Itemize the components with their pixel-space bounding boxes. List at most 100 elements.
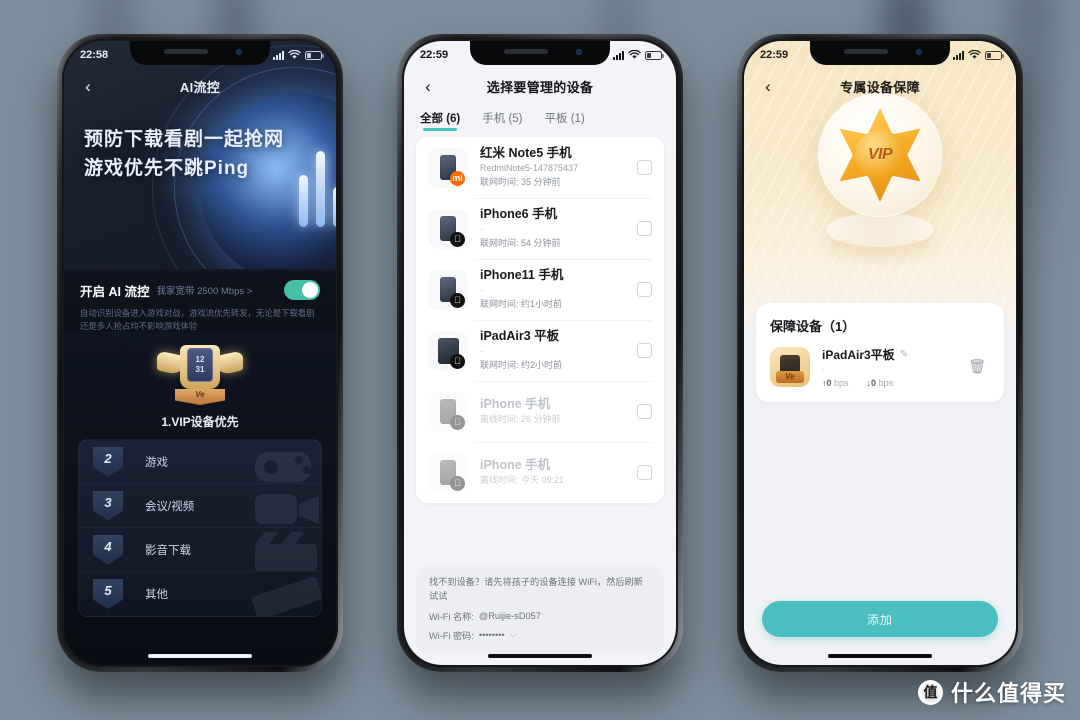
bandwidth-link[interactable]: 我家宽带 2500 Mbps > — [156, 283, 252, 297]
device-sub: RedmiNote5-147875437 — [480, 163, 579, 174]
add-button[interactable]: 添加 — [762, 601, 998, 637]
status-time: 22:58 — [80, 49, 109, 61]
home-indicator[interactable] — [828, 654, 932, 658]
wifi-tip-box: 找不到设备？请先将孩子的设备连接 WiFi，然后刷新试试 Wi-Fi 名称: @… — [416, 565, 664, 655]
device-sub: · — [480, 224, 483, 235]
priority-item-game[interactable]: 2 游戏 — [79, 440, 321, 484]
device-checkbox[interactable] — [637, 465, 652, 480]
home-indicator[interactable] — [148, 654, 252, 658]
device-sub: · — [822, 364, 825, 374]
pencil-icon[interactable]: ✎ — [900, 349, 908, 360]
notch — [130, 41, 270, 65]
priority-item-media[interactable]: 4 影音下载 — [79, 528, 321, 572]
device-name: iPhone 手机 — [480, 397, 551, 412]
tab-tablets[interactable]: 平板 (1) — [545, 110, 585, 129]
priority-item-meeting[interactable]: 3 会议/视频 — [79, 484, 321, 528]
device-time: 离线时间: 今天 09:21 — [480, 474, 565, 485]
hero-line-1: 预防下载看剧一起抢网 — [84, 129, 285, 150]
guaranteed-device-row[interactable]: Ve iPadAir3平板 ✎ · ↑0 bps ↓0 bps 🗑 — [770, 346, 990, 388]
vip-badge-text: VIP — [855, 130, 905, 180]
phone-device-icon:  — [428, 269, 468, 310]
device-checkbox[interactable] — [637, 282, 652, 297]
medal-date-top: 12 — [195, 355, 205, 364]
device-checkbox[interactable] — [637, 160, 652, 175]
priority-rank: 3 — [93, 490, 123, 521]
upload-rate: ↑0 bps — [822, 378, 849, 388]
priority-label: 影音下载 — [145, 544, 191, 557]
tab-all[interactable]: 全部 (6) — [420, 110, 460, 131]
flow-title: 开启 AI 流控 — [80, 284, 150, 299]
phone-1-ai-flow-control: 预防下载看剧一起抢网 游戏优先不跳Ping 开启 AI 流控 我家宽带 2500… — [57, 34, 343, 672]
battery-icon — [305, 50, 324, 60]
film-strip-icon — [251, 576, 321, 616]
tablet-device-icon: Ve — [770, 346, 810, 387]
priority-item-other[interactable]: 5 其他 — [79, 572, 321, 616]
password-label: Wi-Fi 密码: — [429, 630, 474, 641]
gamepad-icon — [255, 452, 311, 482]
cellular-icon — [613, 50, 624, 60]
phone-device-icon:  — [428, 391, 468, 432]
upload-value: 0 — [826, 377, 832, 388]
device-checkbox[interactable] — [637, 221, 652, 236]
hero-line-2: 游戏优先不跳Ping — [84, 158, 250, 180]
apple-brand-icon:  — [450, 231, 465, 247]
chevron-left-icon[interactable]: ‹ — [757, 75, 779, 97]
priority-section: 12 31 Ve 1.VIP设备优先 2 游戏 3 会议/视频 4 影音下载 5… — [64, 331, 336, 665]
device-checkbox[interactable] — [637, 404, 652, 419]
battery-icon — [985, 50, 1004, 60]
flow-description: 自动识别设备进入游戏对战，游戏流优先转发，无论是下载看剧还是多人抢占均不影响游戏… — [80, 308, 315, 332]
device-name: iPadAir3平板 — [822, 348, 895, 362]
device-checkbox[interactable] — [637, 343, 652, 358]
priority-rank: 4 — [93, 534, 123, 565]
notch — [470, 41, 610, 65]
device-name: iPadAir3 平板 — [480, 329, 560, 344]
device-row[interactable]:  iPhone 手机 离线时间: 今天 09:21 — [416, 442, 664, 503]
ai-flow-toggle[interactable] — [284, 280, 320, 300]
download-rate: ↓0 bps — [867, 378, 894, 388]
vip-tag: Ve — [776, 370, 804, 383]
apple-brand-icon:  — [450, 414, 465, 430]
device-row[interactable]:  iPadAir3 平板 · 联网时间: 约2小时前 — [416, 320, 664, 381]
device-name: iPhone11 手机 — [480, 268, 564, 283]
device-sub: · — [480, 346, 483, 357]
home-indicator[interactable] — [488, 654, 592, 658]
smzdm-logo-icon: 值 — [917, 679, 943, 705]
priority-label: 其他 — [145, 589, 168, 601]
device-time: 联网时间: 54 分钟前 — [480, 237, 561, 248]
xiaomi-brand-icon: mi — [450, 170, 465, 186]
device-row[interactable]: mi 红米 Note5 手机 RedmiNote5-147875437 联网时间… — [416, 137, 664, 198]
ssid-value: @Ruijie-sD057 — [478, 610, 541, 621]
download-unit: bps — [878, 377, 894, 388]
chevron-left-icon[interactable]: ‹ — [417, 75, 439, 97]
apple-brand-icon:  — [450, 292, 465, 308]
cellular-icon — [273, 50, 284, 60]
ai-flow-control-row: 开启 AI 流控 我家宽带 2500 Mbps > 自动识别设备进入游戏对战，游… — [64, 269, 336, 331]
ssid-label: Wi-Fi 名称: — [429, 611, 474, 622]
device-row[interactable]:  iPhone11 手机 · 联网时间: 约1小时前 — [416, 259, 664, 320]
cellular-icon — [953, 50, 964, 60]
status-time: 22:59 — [420, 49, 449, 61]
page-title: AI流控 — [179, 79, 221, 95]
battery-icon — [645, 50, 664, 60]
device-filter-tabs: 全部 (6) 手机 (5) 平板 (1) — [404, 105, 676, 133]
device-row[interactable]:  iPhone6 手机 · 联网时间: 54 分钟前 — [416, 198, 664, 259]
page-title: 选择要管理的设备 — [486, 79, 594, 95]
vip-priority-label: 1.VIP设备优先 — [161, 415, 239, 429]
device-time: 联网时间: 约1小时前 — [480, 298, 563, 309]
wifi-icon — [628, 50, 641, 59]
vip-star-icon: VIP — [818, 93, 942, 217]
device-time: 离线时间: 26 分钟前 — [480, 413, 561, 424]
phone-device-icon:  — [428, 452, 468, 493]
watermark-text: 什么值得买 — [950, 681, 1066, 706]
chevron-left-icon[interactable]: ‹ — [77, 75, 99, 97]
tab-phones[interactable]: 手机 (5) — [482, 110, 522, 129]
device-row[interactable]:  iPhone 手机 离线时间: 26 分钟前 — [416, 381, 664, 442]
nav-bar: ‹ 选择要管理的设备 — [404, 69, 676, 103]
nav-bar: ‹ AI流控 — [64, 69, 336, 103]
priority-rank: 5 — [93, 579, 123, 609]
wifi-icon — [288, 50, 301, 59]
trash-icon[interactable]: 🗑 — [964, 354, 990, 379]
tip-line: 找不到设备？请先将孩子的设备连接 WiFi，然后刷新试试 — [429, 577, 643, 601]
guaranteed-devices-card: 保障设备（1） Ve iPadAir3平板 ✎ · ↑0 bps ↓0 bps … — [756, 303, 1004, 402]
eye-off-icon[interactable]: ⌵ — [510, 629, 517, 640]
